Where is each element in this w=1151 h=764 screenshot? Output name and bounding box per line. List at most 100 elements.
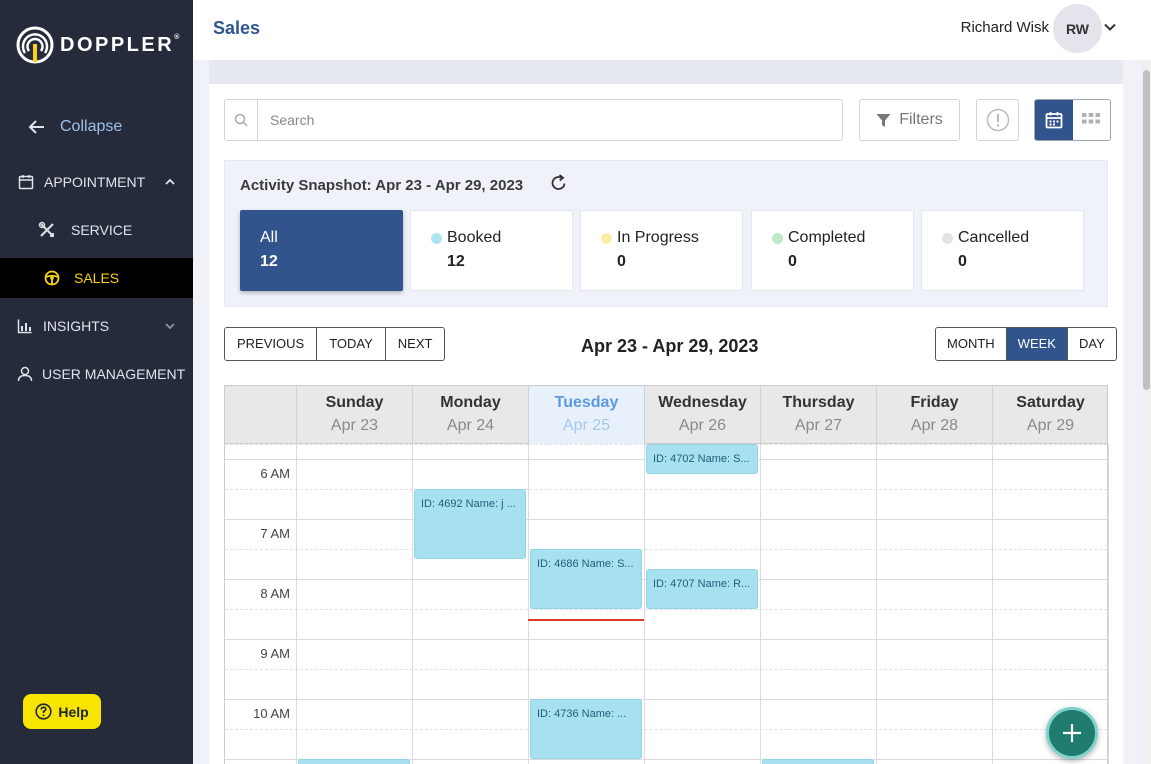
day-button[interactable]: DAY [1067,328,1116,360]
day-header-wednesday[interactable]: Wednesday Apr 26 [644,386,760,444]
appointment-event[interactable]: ID: 4707 Name: R... [646,569,758,609]
next-button[interactable]: NEXT [385,328,445,360]
status-dot [601,232,612,244]
calendar-icon [17,173,35,191]
sidebar-item-sales[interactable]: SALES [0,258,193,298]
day-date: Apr 25 [562,417,611,434]
grid-column-line [412,444,413,764]
add-appointment-button[interactable] [1046,707,1098,759]
grid-line [225,549,1107,550]
grid-line [225,489,1107,490]
appointment-event[interactable]: ID: 4686 Name: S... [530,549,642,609]
doppler-logo[interactable]: DOPPLER® [16,26,179,64]
view-toggle [1034,99,1111,141]
appointment-event[interactable]: ID: 4702 Name: S... [646,444,758,474]
snapshot-tile-cancelled[interactable]: Cancelled 0 [921,210,1084,291]
appointment-event[interactable]: ID: 4735 Name: D... [762,759,874,764]
week-button[interactable]: WEEK [1006,328,1068,360]
sidebar-item-label: SALES [74,270,120,286]
snapshot-tile-booked[interactable]: Booked 12 [410,210,573,291]
grid-column-line [876,444,877,764]
status-dot [772,232,783,244]
tile-label: In Progress [617,229,699,246]
sidebar-item-insights[interactable]: INSIGHTS [0,306,193,346]
page-scrollbar[interactable] [1142,60,1151,764]
day-name: Thursday [782,394,855,411]
day-header-monday[interactable]: Monday Apr 24 [412,386,528,444]
calendar-view-button[interactable] [1035,100,1073,140]
scrollbar-thumb[interactable] [1143,70,1150,390]
day-header-saturday[interactable]: Saturday Apr 29 [992,386,1108,444]
content-top-strip [209,60,1123,84]
sidebar-item-user-management[interactable]: USER MANAGEMENT [0,354,193,394]
appointment-event[interactable]: ID: 4736 Name: ... [530,699,642,759]
help-label: Help [58,703,89,720]
user-name[interactable]: Richard Wisk [961,19,1049,36]
sidebar-item-service[interactable]: SERVICE [0,210,193,250]
tile-label-row: Completed [772,229,865,247]
time-label: 9 AM [260,646,290,661]
chevron-down-icon[interactable] [1103,20,1117,34]
grid-column-line [296,444,297,764]
collapse-button[interactable]: Collapse [28,118,122,136]
day-date: Apr 27 [794,417,843,434]
alert-button[interactable] [976,99,1019,141]
tile-label-row: Cancelled [942,229,1029,247]
day-name: Sunday [325,394,384,411]
chevron-down-icon [165,323,175,330]
search-input[interactable] [270,112,830,128]
bar-chart-icon [16,317,34,335]
day-name: Saturday [1016,394,1085,411]
day-header-sunday[interactable]: Sunday Apr 23 [296,386,412,444]
appointment-event[interactable]: ID: 4647 Name: J... [298,759,410,764]
tile-label: Booked [447,229,502,246]
sidebar-item-appointment[interactable]: APPOINTMENT [0,162,193,202]
steering-wheel-icon [43,269,61,287]
day-date: Apr 26 [678,417,727,434]
day-date: Apr 28 [910,417,959,434]
arrow-left-icon [28,120,44,134]
top-header: Sales Richard Wisk RW [193,0,1151,60]
grid-column-line [760,444,761,764]
tile-count: 12 [260,253,278,270]
grid-line [225,639,1107,640]
brand-name: DOPPLER® [60,33,180,56]
day-name: Monday [440,394,501,411]
day-date: Apr 23 [330,417,379,434]
refresh-icon[interactable] [549,173,569,193]
day-name: Tuesday [554,394,619,411]
user-icon [16,365,34,383]
chevron-up-icon [165,178,175,185]
tile-label: All [260,229,278,246]
help-button[interactable]: Help [23,694,101,729]
search-icon [225,100,258,140]
calendar-nav-group: PREVIOUS TODAY NEXT [224,327,446,361]
grid-view-button[interactable] [1073,100,1111,140]
activity-snapshot: Activity Snapshot: Apr 23 - Apr 29, 2023… [224,160,1108,307]
sidebar-item-label: INSIGHTS [43,318,110,334]
grid-column-line [644,444,645,764]
grid-line [225,729,1107,730]
sidebar: DOPPLER® Collapse APPOINTMENT SERVICE SA… [0,0,193,764]
today-button[interactable]: TODAY [317,328,386,360]
month-button[interactable]: MONTH [936,328,1007,360]
status-dot [431,232,442,244]
previous-button[interactable]: PREVIOUS [225,328,318,360]
filters-button[interactable]: Filters [859,99,960,141]
date-range-title: Apr 23 - Apr 29, 2023 [581,336,759,356]
day-header-friday[interactable]: Friday Apr 28 [876,386,992,444]
snapshot-tile-completed[interactable]: Completed 0 [751,210,914,291]
grid-column-line [528,444,529,764]
tile-label-row: In Progress [601,229,699,247]
day-header-thursday[interactable]: Thursday Apr 27 [760,386,876,444]
day-date: Apr 24 [446,417,495,434]
day-header-tuesday[interactable]: Tuesday Apr 25 [528,386,644,444]
sidebar-item-label: USER MANAGEMENT [42,366,186,382]
snapshot-tile-in-progress[interactable]: In Progress 0 [580,210,743,291]
time-label: 7 AM [260,526,290,541]
snapshot-tile-all[interactable]: All 12 [240,210,403,291]
tile-label-row: Booked [431,229,501,247]
appointment-event[interactable]: ID: 4692 Name: j ... [414,489,526,559]
avatar[interactable]: RW [1053,4,1102,53]
filter-icon [876,113,891,127]
